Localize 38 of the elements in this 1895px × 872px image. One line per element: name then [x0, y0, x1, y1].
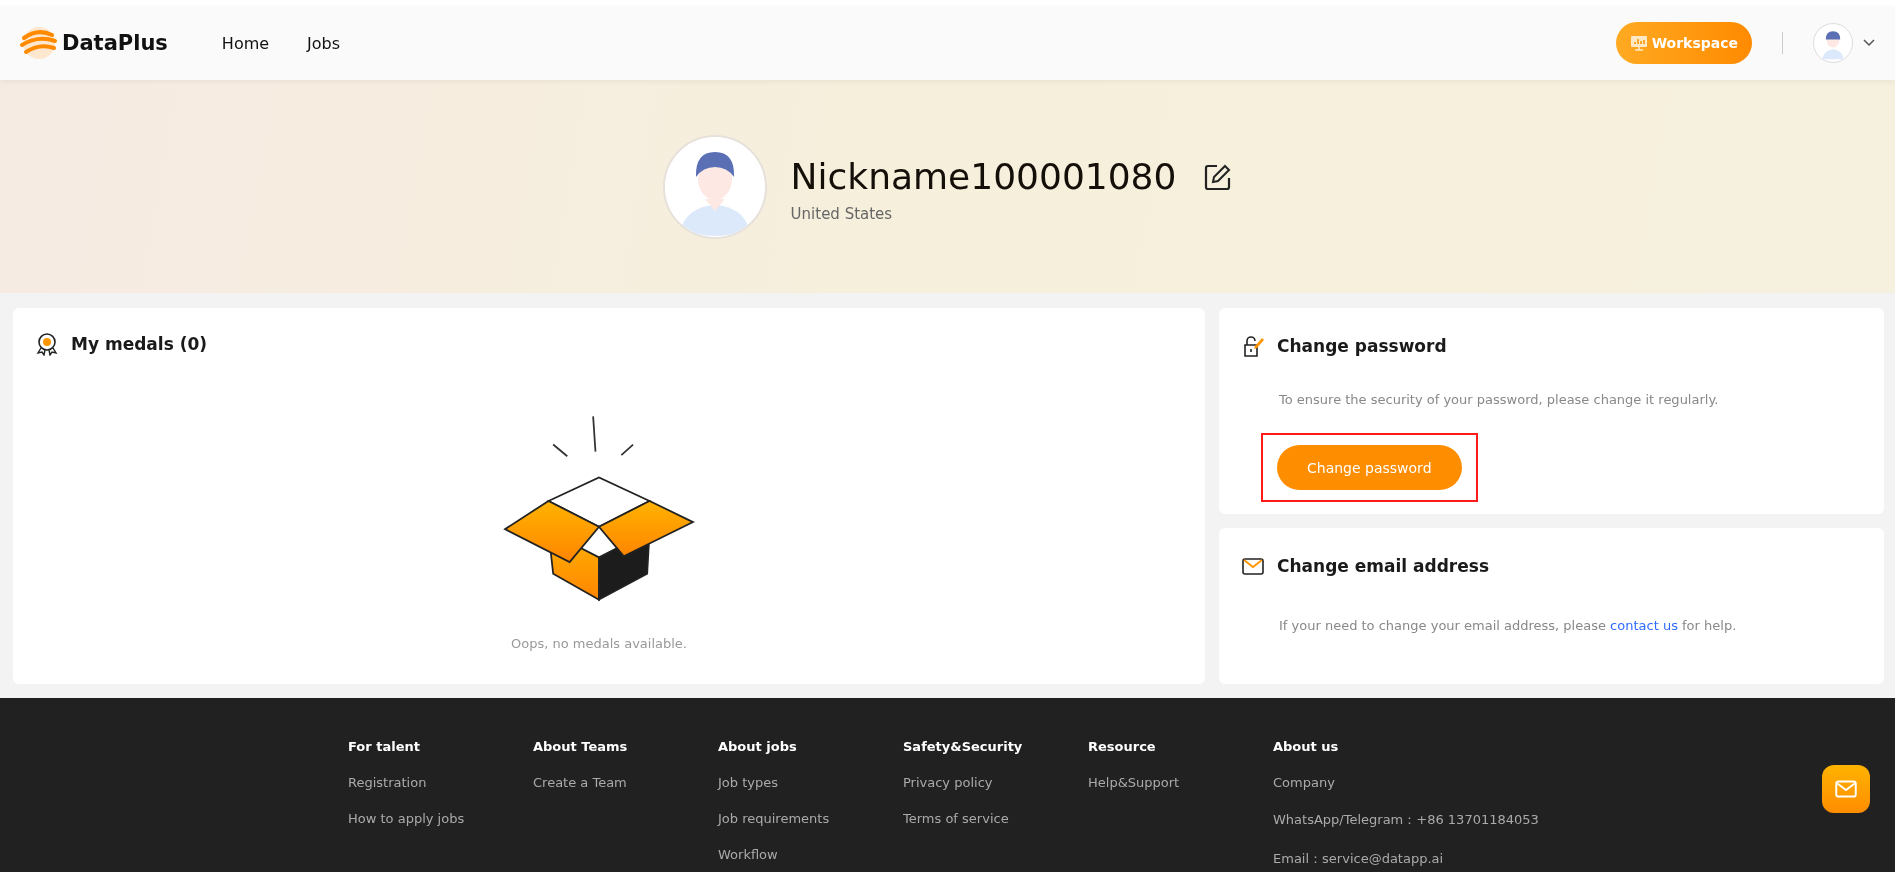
footer-link[interactable]: How to apply jobs: [348, 811, 533, 826]
chevron-down-icon[interactable]: [1863, 39, 1875, 47]
footer-link[interactable]: Workflow: [718, 847, 903, 862]
nav-link[interactable]: Home: [221, 33, 270, 53]
footer-heading: Resource: [1088, 739, 1157, 754]
footer-link[interactable]: Create a Team: [533, 775, 718, 790]
footer-heading: For talent: [348, 739, 421, 754]
footer-link[interactable]: Job requirements: [718, 811, 903, 826]
footer-link[interactable]: Privacy policy: [903, 775, 1088, 790]
lock-pencil-icon: [1241, 334, 1265, 358]
card-title: Change email address: [1277, 556, 1490, 576]
empty-message: Oops, no medals available.: [511, 636, 687, 651]
help-text: If your need to change your email address, please contact us for help.: [1279, 618, 1738, 633]
footer-heading: Safety&Security: [903, 739, 1024, 754]
avatar[interactable]: [1813, 23, 1853, 63]
logo-text[interactable]: DataPlus: [62, 31, 168, 55]
footer-link[interactable]: Help&Support: [1088, 775, 1273, 790]
footer-heading: About Teams: [533, 739, 629, 754]
country-text: United States: [790, 205, 894, 223]
nav-link[interactable]: Jobs: [307, 33, 341, 53]
medal-icon: [35, 332, 59, 356]
footer-heading: About us: [1273, 739, 1340, 754]
monitor-icon: [1629, 35, 1648, 51]
edit-icon[interactable]: [1204, 162, 1233, 191]
nickname: Nickname100001080: [790, 156, 1177, 197]
logo-icon: [18, 26, 58, 60]
footer-link[interactable]: Job types: [718, 775, 903, 790]
footer-link[interactable]: Company: [1273, 775, 1593, 790]
footer-link[interactable]: WhatsApp/Telegram：+86 13701184053: [1273, 811, 1593, 829]
card-title: My medals (0): [71, 334, 208, 354]
description-text: To ensure the security of your password, please change it regularly.: [1279, 392, 1720, 407]
card-title: Change password: [1277, 336, 1447, 356]
contact-link[interactable]: contact us: [1610, 618, 1678, 633]
message-button[interactable]: [1822, 765, 1870, 813]
footer-link[interactable]: Terms of service: [903, 811, 1088, 826]
footer-heading: About jobs: [718, 739, 798, 754]
footer-link[interactable]: Email：service@datapp.ai: [1273, 850, 1593, 868]
footer-link[interactable]: Registration: [348, 775, 533, 790]
